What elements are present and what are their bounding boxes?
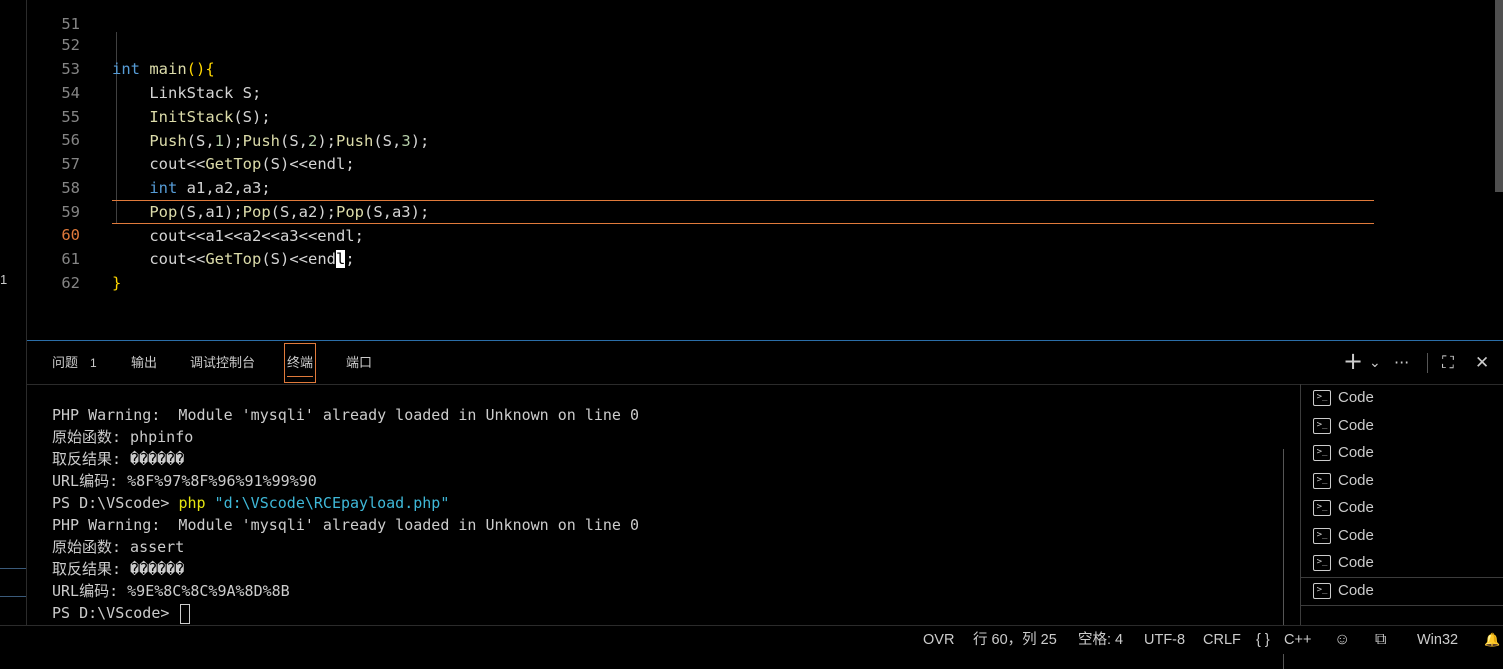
- terminal-instance-item[interactable]: >_ Code: [1301, 385, 1503, 412]
- code-text: cout<<a1<<a2<<a3<<endl;: [149, 227, 364, 245]
- terminal-line: 取反结果: ������: [52, 560, 185, 578]
- code-text: }: [112, 274, 122, 292]
- code-text: cout<<GetTop(S)<<endl;: [149, 155, 355, 173]
- notifications-bell-icon[interactable]: 🔔: [1484, 630, 1500, 650]
- terminal-line: 原始函数: phpinfo: [52, 428, 194, 446]
- code-line[interactable]: 54 InitStack(S);: [27, 57, 270, 126]
- bottom-panel: 问题 1 输出 调试控制台 终端 端口 + ⌄ ··· ⛶ ✕ PHP Warni…: [27, 340, 1503, 669]
- terminal-icon: >_: [1313, 583, 1331, 599]
- terminal-line: URL编码: %8F%97%8F%96%91%99%90: [52, 472, 317, 490]
- active-tab-underline: [287, 376, 314, 377]
- left-activity-strip: 1: [0, 0, 27, 625]
- tab-debug-console[interactable]: 调试控制台: [190, 353, 255, 373]
- code-line[interactable]: 62: [27, 247, 80, 292]
- terminal-instance-item[interactable]: >_ Code: [1301, 495, 1503, 522]
- line-ending[interactable]: CRLF: [1203, 630, 1241, 650]
- text-cursor: l: [335, 250, 346, 268]
- terminal-line: 原始函数: assert: [52, 538, 185, 556]
- terminal-icon: >_: [1313, 555, 1331, 571]
- scrollbar-thumb[interactable]: [1495, 0, 1503, 192]
- terminal-icon: >_: [1313, 473, 1331, 489]
- terminal-icon: >_: [1313, 418, 1331, 434]
- code-text: LinkStack S;: [112, 84, 262, 102]
- code-line[interactable]: 53 LinkStack S;: [27, 33, 261, 102]
- line-number: 62: [61, 274, 80, 292]
- code-line[interactable]: 57 int a1,a2,a3;: [27, 128, 270, 197]
- terminal-icon: >_: [1313, 500, 1331, 516]
- terminal-icon: >_: [1313, 528, 1331, 544]
- remote-icon[interactable]: ⧉: [1375, 630, 1386, 650]
- terminal-prompt-line[interactable]: PS D:\VScode>: [52, 602, 191, 624]
- new-terminal-icon[interactable]: +: [1343, 349, 1363, 373]
- code-line[interactable]: 55 Push(S,1);Push(S,2);Push(S,3);: [27, 81, 429, 150]
- terminal-line: PHP Warning: Module 'mysqli' already loa…: [52, 406, 639, 424]
- terminal-instance-item[interactable]: >_ Code: [1301, 468, 1503, 495]
- terminal-command-arg: "d:\VScode\RCEpayload.php": [205, 494, 450, 512]
- tab-terminal[interactable]: 终端: [284, 343, 317, 383]
- code-line[interactable]: 59 cout<<a1<<a2<<a3<<endl;: [27, 176, 364, 245]
- terminal-instance-item[interactable]: >_ Code: [1301, 523, 1503, 550]
- terminal-output[interactable]: PHP Warning: Module 'mysqli' already loa…: [27, 385, 1287, 669]
- code-text: InitStack(S);: [112, 108, 271, 126]
- status-bar: OVR 行 60，列 25 空格: 4 UTF-8 CRLF { } C++ ☺…: [0, 625, 1503, 654]
- problems-count: 1: [90, 356, 97, 370]
- file-encoding[interactable]: UTF-8: [1144, 630, 1185, 650]
- indentation-setting[interactable]: 空格: 4: [1078, 630, 1123, 650]
- code-text: cout<<GetTop(S)<<endl;: [149, 250, 355, 268]
- toolbar-divider: [1427, 353, 1428, 373]
- panel-tab-bar: 问题 1 输出 调试控制台 终端 端口 + ⌄ ··· ⛶ ✕: [27, 341, 1503, 385]
- platform-indicator[interactable]: Win32: [1417, 630, 1458, 650]
- problem-count-badge: 1: [0, 272, 8, 287]
- terminal-line: 取反结果: ������: [52, 450, 185, 468]
- terminal-command: php: [178, 494, 206, 512]
- terminal-instance-item[interactable]: >_ Code: [1301, 413, 1503, 440]
- tab-output[interactable]: 输出: [131, 353, 157, 373]
- terminal-cursor: [180, 603, 191, 624]
- more-actions-icon[interactable]: ···: [1394, 351, 1409, 375]
- code-line[interactable]: 60 cout<<GetTop(S)<<endl;: [27, 199, 355, 268]
- tab-problems[interactable]: 问题 1: [52, 353, 97, 373]
- terminal-line: PHP Warning: Module 'mysqli' already loa…: [52, 516, 639, 534]
- copilot-icon[interactable]: ☺: [1334, 630, 1350, 650]
- terminal-instance-item-active[interactable]: >_ Code: [1301, 577, 1503, 606]
- braces-icon[interactable]: { }: [1256, 630, 1270, 650]
- code-line[interactable]: 61 }: [27, 223, 121, 292]
- code-line[interactable]: 52 int main(){: [27, 9, 214, 78]
- code-editor[interactable]: 51 52 int main(){ 53 LinkStack S; 54 Ini…: [27, 0, 1493, 340]
- strip-divider: [0, 568, 26, 569]
- chevron-down-icon[interactable]: ⌄: [1369, 351, 1381, 375]
- terminal-instance-list: >_ Code >_ Code >_ Code >_ Code >_ Code …: [1300, 384, 1503, 625]
- code-line[interactable]: 56 cout<<GetTop(S)<<endl;: [27, 104, 354, 173]
- terminal-instance-item[interactable]: >_ Code: [1301, 550, 1503, 577]
- strip-divider: [0, 596, 26, 597]
- code-text: Push(S,1);Push(S,2);Push(S,3);: [149, 132, 430, 150]
- code-line[interactable]: 58 Pop(S,a1);Pop(S,a2);Pop(S,a3);: [27, 152, 429, 221]
- code-text: int a1,a2,a3;: [149, 179, 271, 197]
- tab-ports[interactable]: 端口: [346, 353, 372, 373]
- terminal-icon: >_: [1313, 445, 1331, 461]
- overtype-indicator[interactable]: OVR: [923, 630, 954, 650]
- editor-scrollbar[interactable]: [1493, 0, 1503, 340]
- terminal-line: PS D:\VScode> php "d:\VScode\RCEpayload.…: [52, 494, 450, 512]
- cursor-position[interactable]: 行 60，列 25: [973, 630, 1057, 650]
- maximize-panel-icon[interactable]: ⛶: [1442, 351, 1454, 375]
- close-panel-icon[interactable]: ✕: [1475, 351, 1489, 375]
- code-text: int main(){: [112, 60, 215, 78]
- language-mode[interactable]: C++: [1284, 630, 1311, 650]
- terminal-line: URL编码: %9E%8C%8C%9A%8D%8B: [52, 582, 290, 600]
- code-text: Pop(S,a1);Pop(S,a2);Pop(S,a3);: [149, 203, 430, 221]
- terminal-icon: >_: [1313, 390, 1331, 406]
- terminal-instance-item[interactable]: >_ Code: [1301, 440, 1503, 467]
